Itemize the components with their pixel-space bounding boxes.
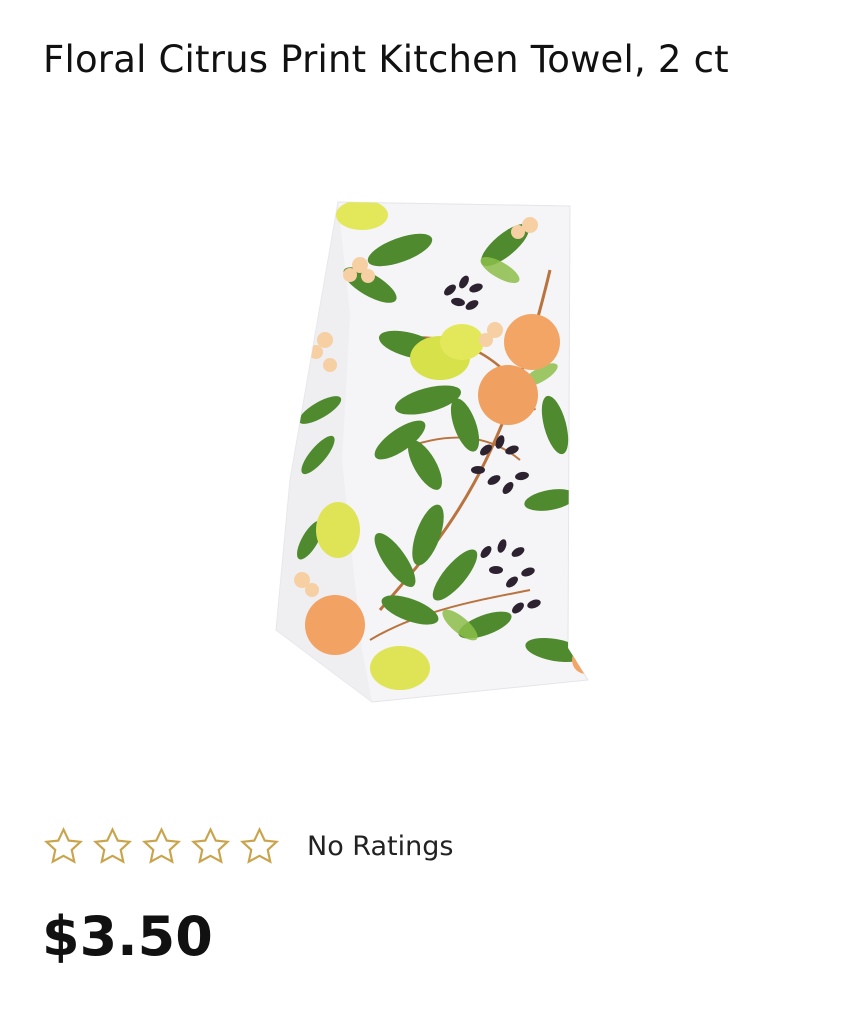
star-outline-icon — [141, 826, 182, 864]
product-image[interactable] — [250, 180, 630, 720]
star-outline-icon — [43, 826, 84, 864]
rating-row[interactable]: No Ratings — [42, 822, 453, 870]
product-title: Floral Citrus Print Kitchen Towel, 2 ct — [43, 38, 729, 81]
towel-image-icon — [275, 201, 589, 703]
star-outline-icon — [190, 826, 231, 864]
star-rating — [42, 825, 287, 868]
star-outline-icon — [92, 826, 133, 864]
star-outline-icon — [239, 826, 280, 864]
rating-text: No Ratings — [307, 830, 454, 862]
product-price: $3.50 — [42, 905, 213, 968]
